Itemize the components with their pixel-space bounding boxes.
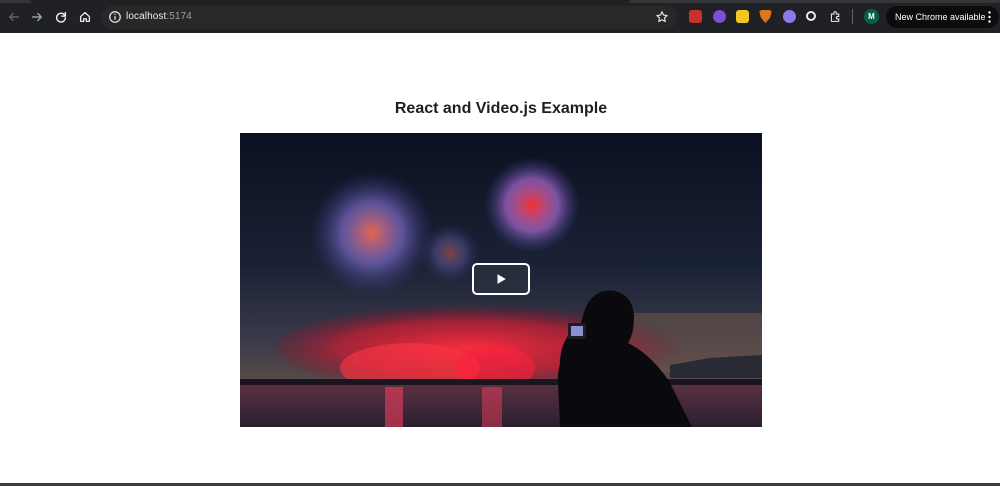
forward-icon [31,12,43,22]
extension-fox-icon[interactable] [759,10,772,23]
reload-button[interactable] [52,8,70,26]
back-button[interactable] [5,8,23,26]
video-player[interactable] [240,133,762,427]
toolbar-divider [852,9,853,24]
url-host: localhost [126,11,167,22]
back-icon [8,12,20,22]
tab-strip [0,0,1000,3]
extension-red-icon[interactable] [689,10,702,23]
extension-yellow-icon[interactable] [736,10,749,23]
kebab-menu-icon[interactable] [988,11,991,23]
extension-purple-icon[interactable] [713,10,726,23]
reload-icon [55,11,67,23]
extension-dark-icon[interactable] [806,11,816,21]
update-button-label: New Chrome available [895,12,986,22]
browser-toolbar: localhost:5174 M New Chrome available [0,0,1000,33]
extension-blue-icon[interactable] [783,10,796,23]
play-icon [497,274,506,284]
home-button[interactable] [76,8,94,26]
chrome-update-button[interactable]: New Chrome available [886,6,999,28]
big-play-button[interactable] [472,263,530,295]
url-text[interactable]: localhost:5174 [126,11,192,22]
url-port: :5174 [166,11,192,22]
active-tab[interactable] [30,0,630,3]
page-title: React and Video.js Example [394,100,608,117]
site-info-icon[interactable] [108,10,122,24]
profile-avatar[interactable]: M [864,9,879,24]
address-bar[interactable]: localhost:5174 [101,6,677,29]
home-icon [79,11,91,23]
extensions-puzzle-icon[interactable] [829,10,842,23]
forward-button[interactable] [28,8,46,26]
bookmark-star-icon[interactable] [655,10,669,24]
